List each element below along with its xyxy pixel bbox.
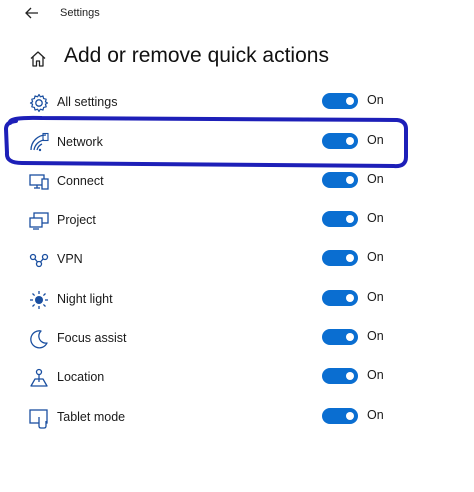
quick-action-row-location: Location On [0, 359, 474, 397]
toggle-state-label: On [367, 408, 384, 422]
toggle-knob [346, 137, 354, 145]
connect-icon [29, 174, 49, 190]
quick-action-row-connect: Connect On [0, 163, 474, 201]
toggle-state-label: On [367, 172, 384, 186]
quick-action-label: Tablet mode [57, 410, 126, 424]
focus-assist-toggle[interactable] [322, 329, 358, 345]
toggle-knob [346, 372, 354, 380]
toggle-knob [346, 97, 354, 105]
toggle-knob [346, 333, 354, 341]
quick-action-label: Connect [57, 174, 104, 188]
toggle-state-label: On [367, 133, 384, 147]
connect-toggle[interactable] [322, 172, 358, 188]
night-light-toggle[interactable] [322, 290, 358, 306]
quick-action-label: Project [57, 213, 96, 227]
toggle-state-label: On [367, 368, 384, 382]
back-arrow-icon [25, 7, 38, 19]
network-toggle[interactable] [322, 133, 358, 149]
quick-action-label: Location [57, 370, 105, 384]
project-toggle[interactable] [322, 211, 358, 227]
network-icon [30, 132, 49, 152]
tablet-mode-icon [29, 409, 48, 429]
quick-action-label: VPN [57, 252, 83, 266]
moon-icon [30, 330, 48, 349]
toggle-state-label: On [367, 93, 384, 107]
quick-action-label: Night light [57, 292, 113, 306]
quick-action-row-vpn: VPN On [0, 241, 474, 279]
toggle-state-label: On [367, 250, 384, 264]
vpn-toggle[interactable] [322, 250, 358, 266]
back-button[interactable] [22, 4, 42, 22]
toggle-state-label: On [367, 329, 384, 343]
title-bar: Settings [0, 0, 474, 30]
location-icon [30, 368, 48, 387]
toggle-knob [346, 254, 354, 262]
quick-action-label: All settings [57, 95, 118, 109]
app-title: Settings [60, 7, 100, 19]
quick-action-label: Network [57, 135, 103, 149]
location-toggle[interactable] [322, 368, 358, 384]
quick-action-row-network: Network On [0, 124, 474, 162]
quick-action-row-all-settings: All settings On [0, 84, 474, 122]
all-settings-toggle[interactable] [322, 93, 358, 109]
toggle-knob [346, 215, 354, 223]
toggle-knob [346, 412, 354, 420]
project-icon [29, 212, 49, 230]
page-title: Add or remove quick actions [64, 44, 329, 67]
vpn-icon [29, 253, 49, 268]
quick-action-row-focus-assist: Focus assist On [0, 320, 474, 358]
night-light-icon [30, 291, 48, 309]
page-header: Add or remove quick actions [0, 40, 474, 80]
settings-page: Settings Add or remove quick actions All… [0, 0, 474, 492]
toggle-knob [346, 176, 354, 184]
gear-icon [29, 93, 49, 113]
quick-action-label: Focus assist [57, 331, 127, 345]
toggle-state-label: On [367, 290, 384, 304]
quick-action-row-night-light: Night light On [0, 281, 474, 319]
quick-action-row-project: Project On [0, 202, 474, 240]
quick-action-row-tablet-mode: Tablet mode On [0, 399, 474, 437]
toggle-knob [346, 294, 354, 302]
toggle-state-label: On [367, 211, 384, 225]
home-icon[interactable] [29, 50, 47, 68]
tablet-mode-toggle[interactable] [322, 408, 358, 424]
